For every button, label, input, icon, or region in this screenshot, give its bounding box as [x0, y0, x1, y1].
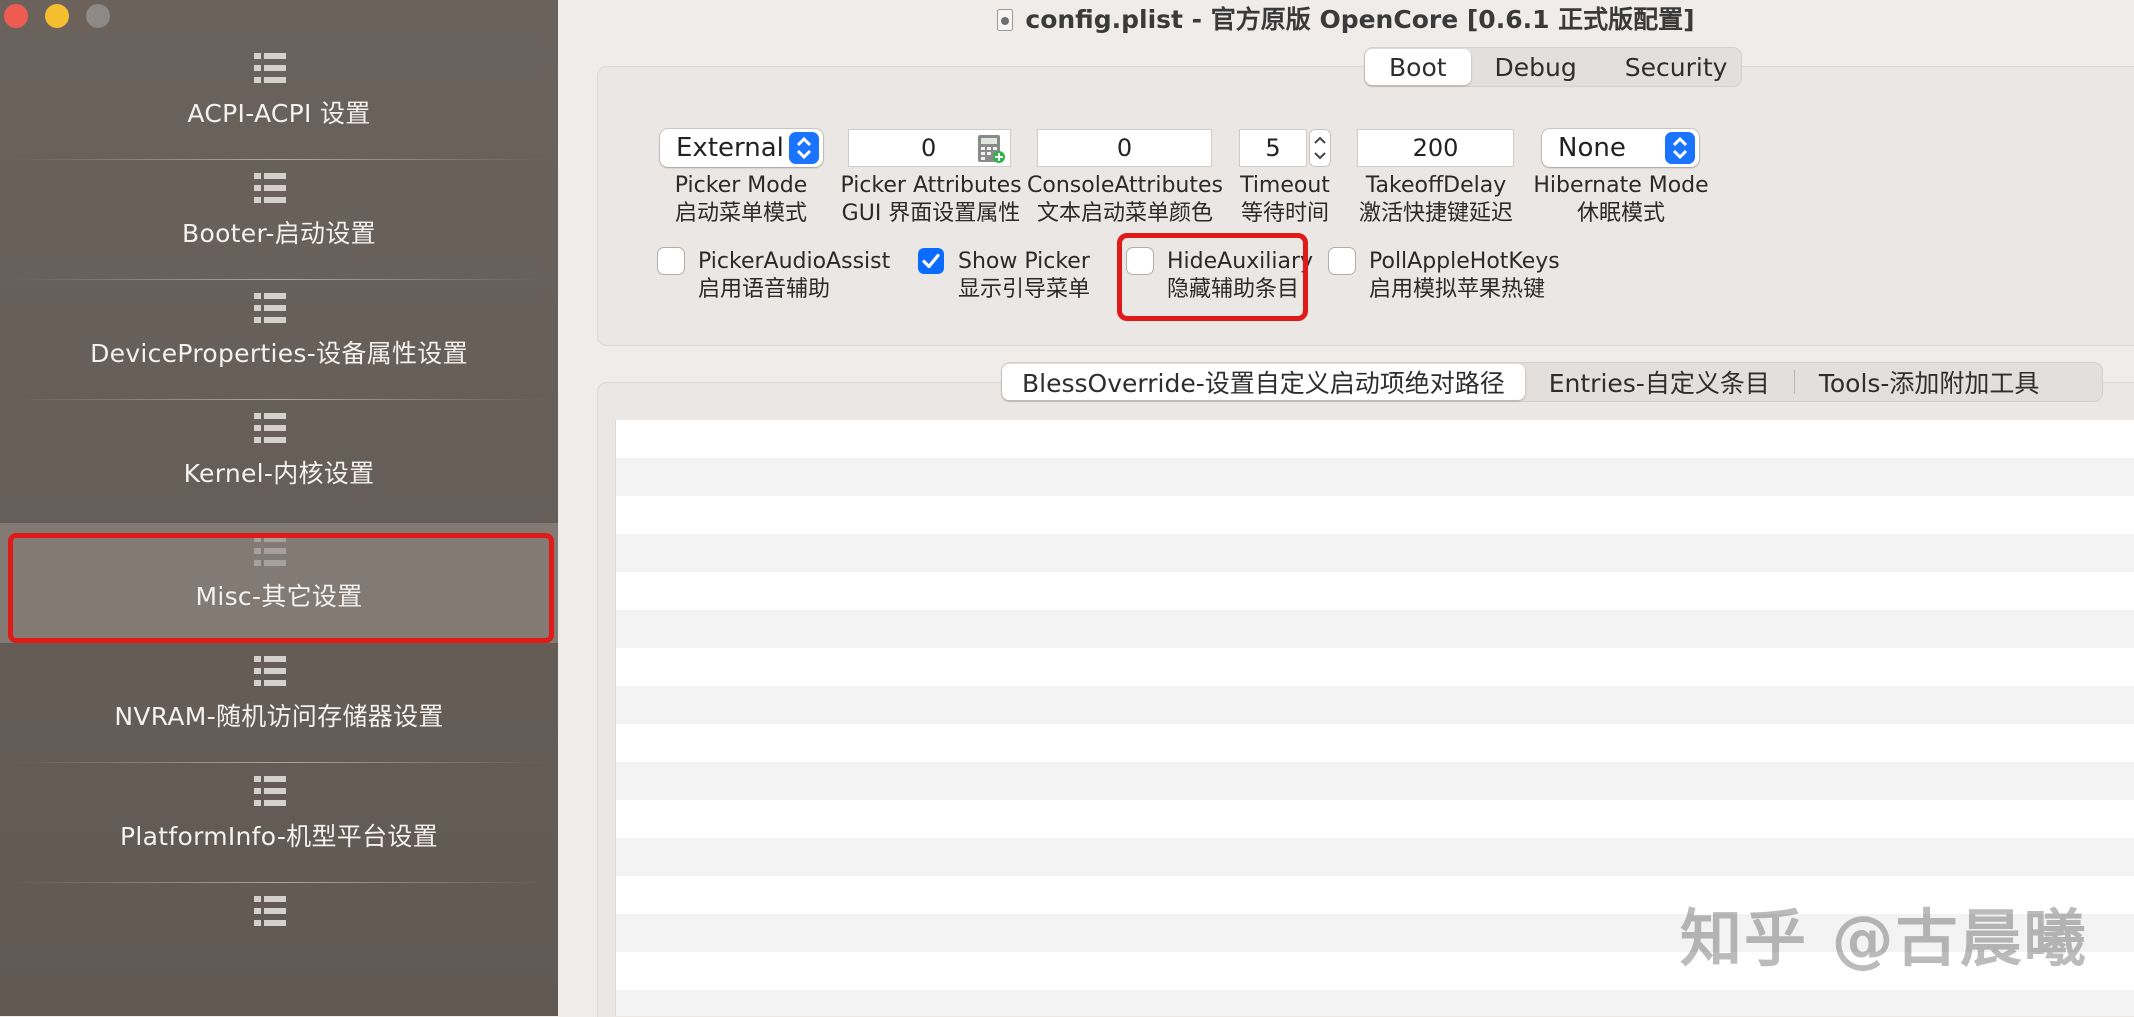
console-attributes-caption: ConsoleAttributes 文本启动菜单颜色: [1025, 172, 1225, 228]
table-row[interactable]: [616, 990, 2134, 1016]
table-row[interactable]: [616, 496, 2134, 534]
takeoff-delay-field[interactable]: 200: [1357, 129, 1514, 167]
calculator-icon[interactable]: [976, 134, 1006, 164]
lower-tab-bar: BlessOverride-设置自定义启动项绝对路径 Entries-自定义条目…: [1001, 362, 2103, 402]
picker-attributes-caption: Picker Attributes GUI 界面设置属性: [836, 172, 1026, 228]
picker-mode-value: External: [676, 133, 784, 163]
table-row[interactable]: [616, 420, 2134, 458]
poll-apple-hotkeys-checkbox[interactable]: [1329, 248, 1355, 274]
sidebar-item-nvram[interactable]: NVRAM-随机访问存储器设置: [0, 643, 558, 763]
picker-attributes-field[interactable]: 0: [848, 129, 1011, 167]
tab-blessoverride[interactable]: BlessOverride-设置自定义启动项绝对路径: [1002, 364, 1525, 400]
table-row[interactable]: [616, 610, 2134, 648]
list-icon: [254, 656, 286, 686]
hibernate-mode-caption: Hibernate Mode 休眠模式: [1530, 172, 1712, 228]
label-zh: 启用语音辅助: [698, 277, 831, 302]
table-row[interactable]: [616, 686, 2134, 724]
sidebar-item-uefi[interactable]: [0, 883, 558, 1003]
timeout-caption: Timeout 等待时间: [1230, 172, 1340, 228]
highlight-box: [8, 533, 554, 643]
hibernate-mode-popup[interactable]: None: [1542, 129, 1699, 167]
picker-attributes-value: 0: [921, 134, 937, 162]
sidebar-item-label: ACPI-ACPI 设置: [187, 99, 371, 128]
watermark: 知乎 @古晨曦: [1680, 902, 2088, 975]
tab-security[interactable]: Security: [1601, 49, 1752, 85]
caption-en: Picker Mode: [674, 173, 808, 198]
window-title: config.plist - 官方原版 OpenCore [0.6.1 正式版配…: [1025, 5, 1695, 34]
table-row[interactable]: [616, 762, 2134, 800]
sidebar-item-label: PlatformInfo-机型平台设置: [120, 822, 438, 851]
timeout-stepper[interactable]: [1309, 129, 1331, 167]
sidebar-item-booter[interactable]: Booter-启动设置: [0, 160, 558, 280]
picker-mode-caption: Picker Mode 启动菜单模式: [650, 172, 832, 228]
tab-boot[interactable]: Boot: [1365, 49, 1471, 85]
highlight-box: [1117, 233, 1308, 321]
list-icon: [254, 896, 286, 926]
caption-zh: GUI 界面设置属性: [841, 201, 1021, 226]
caption-en: TakeoffDelay: [1365, 173, 1507, 198]
show-picker-label: Show Picker 显示引导菜单: [958, 248, 1090, 304]
label-en: PollAppleHotKeys: [1369, 249, 1560, 274]
table-row[interactable]: [616, 534, 2134, 572]
tab-tools[interactable]: Tools-添加附加工具: [1795, 364, 2064, 400]
caption-en: Timeout: [1240, 173, 1330, 198]
window-title-bar: config.plist - 官方原版 OpenCore [0.6.1 正式版配…: [558, 0, 2134, 34]
table-row[interactable]: [616, 800, 2134, 838]
minimize-window-button[interactable]: [45, 4, 69, 28]
list-icon: [254, 53, 286, 83]
sidebar-item-kernel[interactable]: Kernel-内核设置: [0, 400, 558, 520]
sidebar: ACPI-ACPI 设置 Booter-启动设置 DevicePropertie…: [0, 0, 558, 1016]
checkmark-icon: [922, 253, 940, 269]
caption-en: Hibernate Mode: [1533, 173, 1709, 198]
close-window-button[interactable]: [4, 4, 28, 28]
tab-debug[interactable]: Debug: [1471, 49, 1601, 85]
table-row[interactable]: [616, 572, 2134, 610]
list-icon: [254, 413, 286, 443]
label-zh: 显示引导菜单: [958, 277, 1091, 302]
caption-zh: 激活快捷键延迟: [1358, 201, 1513, 226]
document-icon: [997, 9, 1014, 31]
picker-audio-assist-label: PickerAudioAssist 启用语音辅助: [698, 248, 890, 304]
caption-en: Picker Attributes: [840, 173, 1022, 198]
picker-mode-popup[interactable]: External: [660, 129, 823, 167]
zoom-window-button[interactable]: [86, 4, 110, 28]
label-en: Show Picker: [958, 249, 1090, 274]
chevron-updown-icon: [789, 132, 819, 164]
takeoff-delay-caption: TakeoffDelay 激活快捷键延迟: [1345, 172, 1527, 228]
caption-zh: 等待时间: [1240, 201, 1329, 226]
sidebar-item-label: NVRAM-随机访问存储器设置: [114, 702, 444, 731]
list-icon: [254, 776, 286, 806]
table-row[interactable]: [616, 724, 2134, 762]
label-en: PickerAudioAssist: [698, 249, 891, 274]
table-row[interactable]: [616, 838, 2134, 876]
tab-entries[interactable]: Entries-自定义条目: [1525, 364, 1794, 400]
picker-audio-assist-checkbox[interactable]: [658, 248, 684, 274]
top-tab-bar: Boot Debug Security: [1364, 47, 1742, 87]
sidebar-item-deviceproperties[interactable]: DeviceProperties-设备属性设置: [0, 280, 558, 400]
caption-zh: 文本启动菜单颜色: [1036, 201, 1213, 226]
takeoff-delay-value: 200: [1412, 134, 1459, 162]
sidebar-item-acpi[interactable]: ACPI-ACPI 设置: [0, 40, 558, 160]
poll-apple-hotkeys-label: PollAppleHotKeys 启用模拟苹果热键: [1369, 248, 1560, 304]
label-zh: 启用模拟苹果热键: [1369, 277, 1546, 302]
sidebar-item-label: Kernel-内核设置: [183, 459, 375, 488]
timeout-field[interactable]: 5: [1239, 129, 1307, 167]
table-row[interactable]: [616, 648, 2134, 686]
sidebar-item-label: DeviceProperties-设备属性设置: [90, 339, 468, 368]
timeout-value: 5: [1265, 134, 1281, 162]
sidebar-item-platforminfo[interactable]: PlatformInfo-机型平台设置: [0, 763, 558, 883]
hibernate-mode-value: None: [1558, 133, 1626, 163]
caption-zh: 休眠模式: [1576, 201, 1665, 226]
sidebar-item-label: Booter-启动设置: [182, 219, 376, 248]
list-icon: [254, 173, 286, 203]
caption-zh: 启动菜单模式: [674, 201, 807, 226]
caption-en: ConsoleAttributes: [1027, 173, 1223, 198]
console-attributes-value: 0: [1116, 134, 1133, 162]
list-icon: [254, 293, 286, 323]
chevron-updown-icon: [1665, 132, 1695, 164]
table-row[interactable]: [616, 458, 2134, 496]
show-picker-checkbox[interactable]: [918, 248, 944, 274]
console-attributes-field[interactable]: 0: [1037, 129, 1212, 167]
